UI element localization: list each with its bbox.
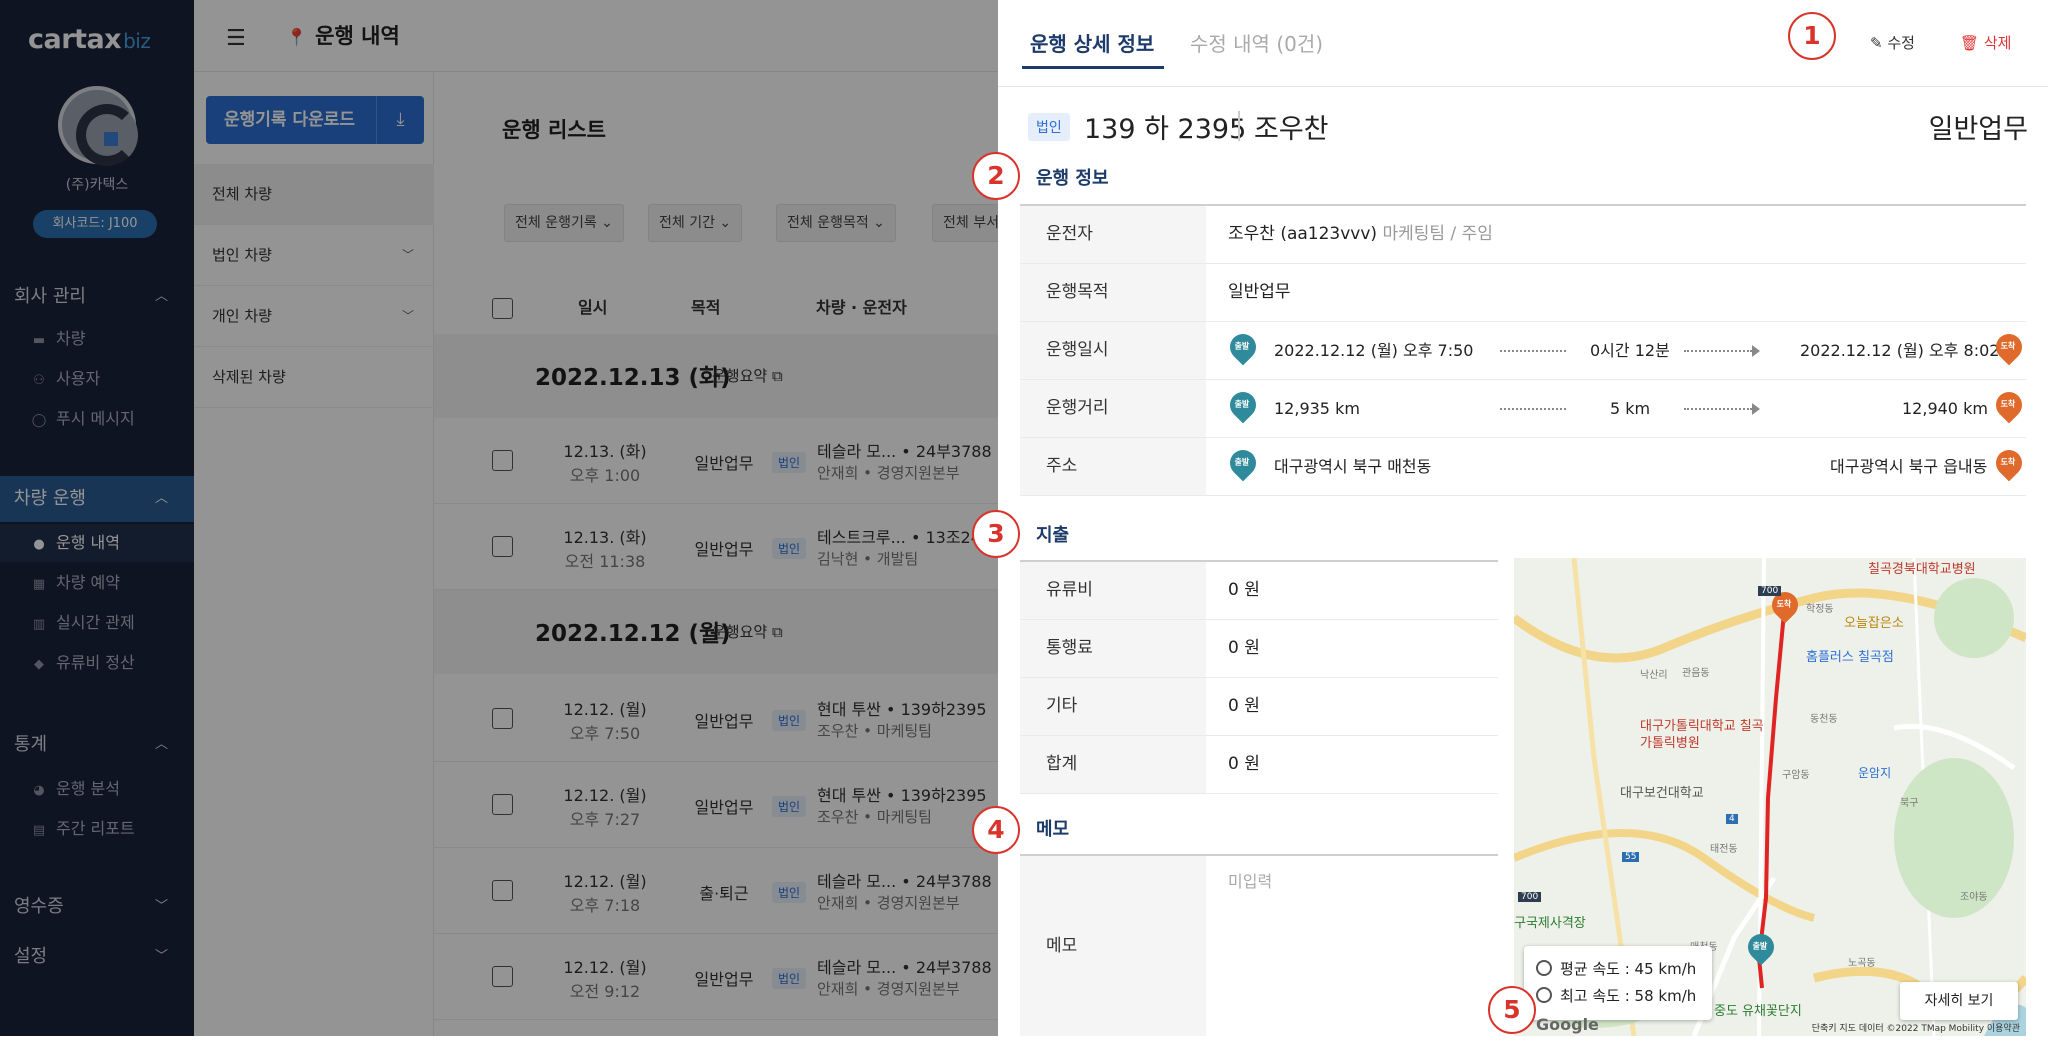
trash-icon: 🗑 xyxy=(1960,34,1980,52)
driver-name: 조우찬 xyxy=(1254,114,1329,145)
google-logo: Google xyxy=(1536,1015,1599,1034)
callout-5: 5 xyxy=(1488,986,1536,1034)
vehicle-plate: 139 하 2395 xyxy=(1084,114,1247,145)
section-title-trip: 운행 정보 xyxy=(1036,168,1109,189)
edit-button[interactable]: ✎ 수정 xyxy=(1870,32,1915,53)
speedometer-icon xyxy=(1536,960,1552,976)
trip-purpose: 일반업무 xyxy=(1928,114,2028,145)
callout-1: 1 xyxy=(1788,12,1836,60)
callout-2: 2 xyxy=(972,152,1020,200)
speed-summary: 평균 속도 : 45 km/h 최고 속도 : 58 km/h xyxy=(1524,946,1712,1020)
speedometer-icon xyxy=(1536,987,1552,1003)
route-map[interactable]: 도착 출발 칠곡경북대학교병원 오늘잡은소 홈플러스 칠곡점 대구가톨릭대학교 … xyxy=(1514,558,2026,1036)
trip-detail-panel: 운행 상세 정보 수정 내역 (0건) 1 ✎ 수정 🗑 삭제 법인 139 하… xyxy=(972,0,2048,1036)
separator xyxy=(1238,111,1240,141)
delete-button[interactable]: 🗑 삭제 xyxy=(1960,32,2011,53)
section-title-expense: 지출 xyxy=(1036,525,1070,546)
departure-pin-icon: 출발 xyxy=(1224,386,1262,424)
pencil-icon: ✎ xyxy=(1870,34,1883,52)
departure-pin-icon: 출발 xyxy=(1224,444,1262,482)
arrow-right-icon xyxy=(1752,403,1760,415)
corp-badge: 법인 xyxy=(1028,113,1070,141)
trip-address-row: 주소 출발 대구광역시 북구 매천동 대구광역시 북구 읍내동 도착 xyxy=(1020,438,2028,496)
modal-backdrop[interactable] xyxy=(0,0,998,1036)
callout-4: 4 xyxy=(972,806,1020,854)
arrow-right-icon xyxy=(1752,345,1760,357)
divider xyxy=(998,86,2048,87)
tab-edit-history[interactable]: 수정 내역 (0건) xyxy=(1190,28,1323,57)
arrival-pin-icon: 도착 xyxy=(1990,386,2028,424)
arrival-pin-icon: 도착 xyxy=(1990,444,2028,482)
trip-time-row: 운행일시 출발 2022.12.12 (월) 오후 7:50 0시간 12분 2… xyxy=(1020,322,2028,380)
memo-text[interactable]: 미입력 xyxy=(1228,868,1272,892)
expense-other-row: 기타 0 원 xyxy=(1020,678,1498,736)
map-attribution[interactable]: 단축키 지도 데이터 ©2022 TMap Mobility 이용약관 xyxy=(1812,1021,2020,1034)
active-tab-indicator xyxy=(1022,66,1164,69)
trip-driver-row: 운전자 조우찬 (aa123vvv) 마케팅팀 / 주임 xyxy=(1020,206,2026,264)
tab-trip-detail[interactable]: 운행 상세 정보 xyxy=(1030,28,1154,57)
callout-3: 3 xyxy=(972,510,1020,558)
map-detail-button[interactable]: 자세히 보기 xyxy=(1900,982,2018,1020)
expense-fuel-row: 유류비 0 원 xyxy=(1020,562,1498,620)
trip-distance-row: 운행거리 출발 12,935 km 5 km 12,940 km 도착 xyxy=(1020,380,2028,438)
expense-total-row: 합계 0 원 xyxy=(1020,736,1498,794)
trip-purpose-row: 운행목적 일반업무 xyxy=(1020,264,2026,322)
section-title-memo: 메모 xyxy=(1036,819,1070,840)
departure-pin-icon: 출발 xyxy=(1224,328,1262,366)
expense-toll-row: 통행료 0 원 xyxy=(1020,620,1498,678)
